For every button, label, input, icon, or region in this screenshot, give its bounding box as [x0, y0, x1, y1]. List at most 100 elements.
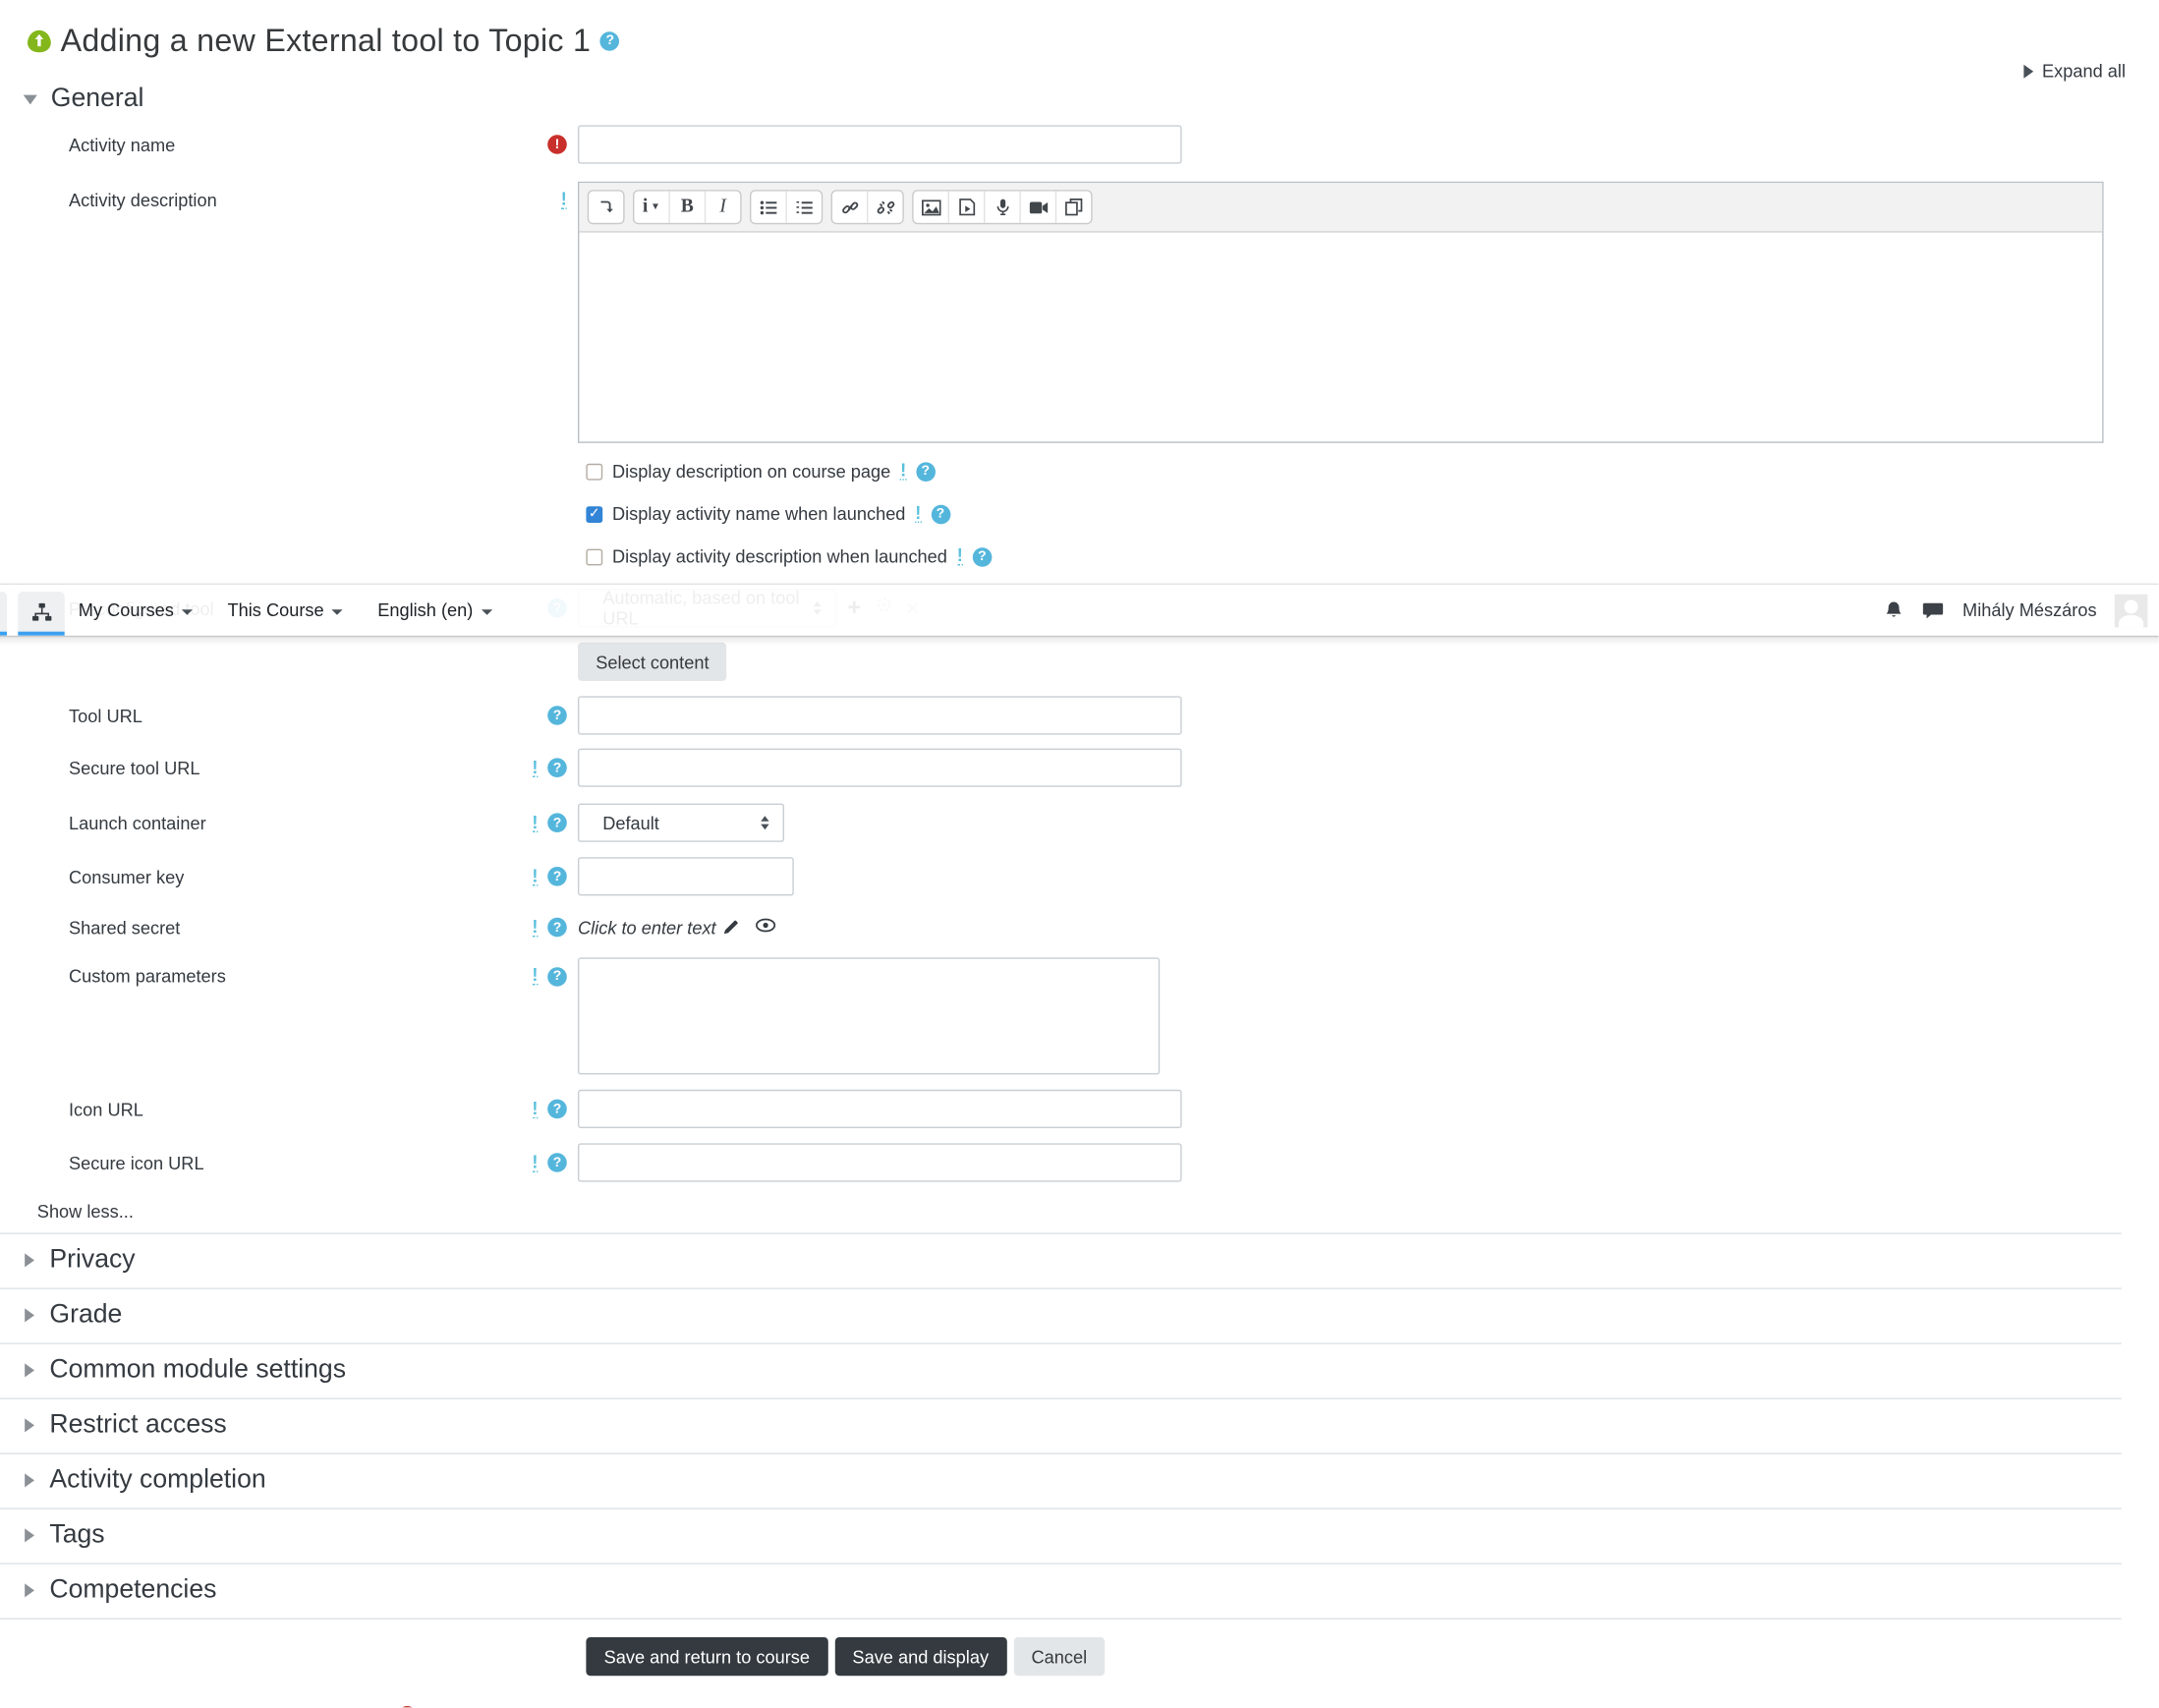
section-privacy[interactable]: Privacy [0, 1234, 2122, 1289]
save-and-return-button[interactable]: Save and return to course [586, 1637, 828, 1677]
unlink-icon[interactable] [867, 191, 903, 223]
section-activity-completion[interactable]: Activity completion [0, 1454, 2122, 1509]
help-icon[interactable]: ? [972, 546, 993, 567]
pencil-icon[interactable] [723, 919, 740, 936]
secure-tool-url-label: Secure tool URL [69, 757, 200, 778]
shared-secret-edit-link[interactable]: Click to enter text [578, 917, 739, 938]
image-icon[interactable] [913, 191, 948, 223]
required-fields-period: . [425, 1705, 429, 1708]
messages-icon[interactable] [1922, 600, 1944, 620]
secure-tool-url-row: Secure tool URL !? [0, 748, 2159, 787]
advanced-icon: ! [900, 459, 907, 481]
rich-text-editor: i ▼ B I [578, 181, 2104, 443]
tool-url-input[interactable] [578, 696, 1182, 735]
chevron-right-icon [2023, 64, 2034, 79]
select-content-button[interactable]: Select content [578, 642, 727, 681]
record-video-icon[interactable] [1019, 191, 1055, 223]
launch-container-select[interactable]: Default [578, 803, 784, 842]
section-heading: Privacy [49, 1245, 136, 1275]
collapse-toolbar-icon[interactable] [589, 191, 624, 223]
help-icon[interactable]: ? [600, 30, 620, 51]
save-and-display-button[interactable]: Save and display [834, 1637, 1007, 1677]
nav-tab-partial[interactable] [0, 592, 8, 636]
advanced-icon: ! [532, 1151, 539, 1172]
help-icon[interactable]: ? [547, 966, 567, 987]
advanced-icon: ! [915, 502, 922, 523]
link-icon[interactable] [832, 191, 867, 223]
activity-name-input[interactable] [578, 125, 1182, 164]
user-name[interactable]: Mihály Mészáros [1962, 599, 2097, 620]
bell-icon[interactable] [1884, 599, 1904, 620]
help-icon[interactable]: ? [547, 917, 567, 938]
consumer-key-input[interactable] [578, 857, 794, 896]
show-less-link[interactable]: Show less... [37, 1201, 2159, 1222]
eye-icon[interactable] [756, 915, 776, 939]
section-grade[interactable]: Grade [0, 1289, 2122, 1344]
secure-icon-url-row: Secure icon URL !? [0, 1143, 2159, 1182]
help-icon[interactable]: ? [931, 504, 950, 524]
manage-files-icon[interactable] [1054, 191, 1092, 223]
tool-url-label: Tool URL [69, 705, 142, 726]
section-restrict-access[interactable]: Restrict access [0, 1399, 2122, 1454]
ordered-list-icon[interactable] [785, 191, 822, 223]
checkbox-label: Display activity name when launched [612, 503, 906, 525]
custom-parameters-textarea[interactable] [578, 957, 1161, 1075]
editor-content[interactable] [579, 233, 2102, 442]
activity-name-row: Activity name ! [0, 125, 2159, 164]
activity-description-row: Activity description ! i ▼ B I [0, 181, 2159, 443]
advanced-icon: ! [560, 188, 567, 209]
section-heading: Activity completion [49, 1465, 266, 1495]
bold-icon[interactable]: B [668, 191, 705, 223]
checkbox-label: Display activity description when launch… [612, 545, 947, 567]
help-icon[interactable]: ? [547, 1153, 567, 1172]
display-activity-name-checkbox[interactable]: ✓ [586, 505, 603, 523]
help-icon[interactable]: ? [547, 813, 567, 832]
nav-tab-site[interactable] [18, 592, 65, 636]
section-general[interactable]: General [23, 84, 2159, 114]
page: Adding a new External tool to Topic 1 ? … [0, 0, 2159, 1708]
custom-parameters-row: Custom parameters !? [0, 957, 2159, 1075]
paragraph-styles-icon[interactable]: i ▼ [634, 191, 669, 223]
external-tool-icon [28, 29, 51, 52]
collapsed-sections: Privacy Grade Common module settings Res… [0, 1232, 2122, 1620]
expand-all-link[interactable]: Expand all [2023, 61, 2126, 82]
consumer-key-label: Consumer key [69, 866, 185, 887]
help-icon[interactable]: ? [547, 867, 567, 886]
nav-menu-label: English (en) [377, 599, 474, 621]
avatar[interactable] [2114, 594, 2148, 627]
nav-menu-my-courses[interactable]: My Courses [79, 599, 194, 620]
chevron-down-icon [182, 608, 194, 615]
secure-icon-url-input[interactable] [578, 1143, 1182, 1182]
chevron-right-icon [25, 1528, 34, 1543]
unordered-list-icon[interactable] [751, 191, 786, 223]
nav-menu-this-course[interactable]: This Course [228, 599, 344, 620]
icon-url-label: Icon URL [69, 1098, 143, 1119]
section-common-module-settings[interactable]: Common module settings [0, 1344, 2122, 1399]
section-tags[interactable]: Tags [0, 1509, 2122, 1565]
nav-menu-language[interactable]: English (en) [377, 599, 492, 620]
chevron-right-icon [25, 1363, 34, 1378]
help-icon[interactable]: ? [547, 1099, 567, 1119]
chevron-down-icon [332, 608, 344, 615]
chevron-down-icon [23, 93, 37, 104]
tool-url-row: Tool URL ? [0, 696, 2159, 735]
record-audio-icon[interactable] [984, 191, 1020, 223]
chevron-down-icon [481, 608, 492, 615]
cancel-button[interactable]: Cancel [1013, 1637, 1106, 1677]
italic-icon[interactable]: I [704, 191, 741, 223]
icon-url-input[interactable] [578, 1089, 1182, 1128]
display-activity-name-row: ✓ Display activity name when launched ! … [586, 503, 2158, 524]
help-icon[interactable]: ? [547, 706, 567, 725]
advanced-icon: ! [532, 811, 539, 832]
shared-secret-label: Shared secret [69, 917, 181, 939]
launch-container-label: Launch container [69, 812, 206, 833]
help-icon[interactable]: ? [915, 461, 936, 482]
display-activity-description-checkbox[interactable] [586, 547, 603, 565]
help-icon[interactable]: ? [547, 758, 567, 777]
media-icon[interactable] [947, 191, 984, 223]
secure-tool-url-input[interactable] [578, 748, 1182, 787]
section-competencies[interactable]: Competencies [0, 1565, 2122, 1620]
section-heading: Common module settings [49, 1355, 347, 1385]
display-description-checkbox[interactable] [586, 463, 603, 480]
sitemap-icon [31, 602, 51, 620]
